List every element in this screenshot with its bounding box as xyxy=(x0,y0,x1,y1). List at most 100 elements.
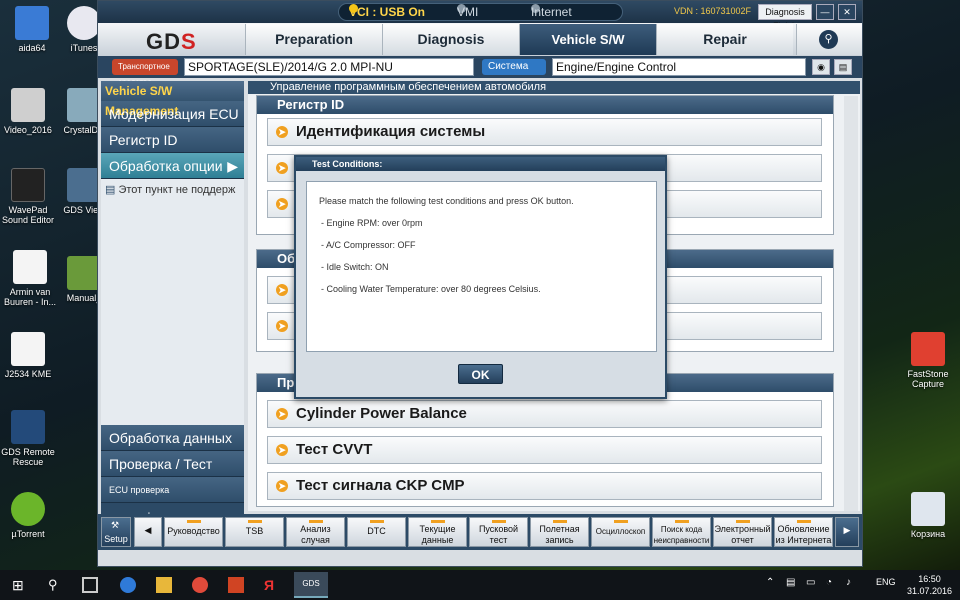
list-item[interactable]: ➤ Тест CVVT xyxy=(267,436,822,464)
connection-status: VCI : USB On VMI : Off Internet : Off xyxy=(338,3,623,51)
manual-icon xyxy=(67,256,101,290)
itunes-icon xyxy=(67,6,101,40)
desktop-icon-faststone[interactable]: FastStone Capture xyxy=(896,332,960,389)
desktop-icon-utorrent[interactable]: µTorrent xyxy=(0,492,60,539)
sidebar-header: Vehicle S/W Management xyxy=(101,81,244,118)
tool-case-analysis[interactable]: Анализ случая xyxy=(286,517,345,547)
tab-repair[interactable]: Repair xyxy=(656,24,793,55)
tool-manual[interactable]: Руководство xyxy=(164,517,223,547)
close-button[interactable]: ✕ xyxy=(838,4,856,20)
chrome-icon[interactable] xyxy=(192,577,208,593)
system-field[interactable]: Engine/Engine Control xyxy=(552,58,806,76)
doc-icon: ▤ xyxy=(105,184,116,196)
breadcrumb: Управление программным обеспечением авто… xyxy=(248,81,860,94)
minimize-button[interactable]: — xyxy=(816,4,834,20)
header: GDS Preparation Diagnosis Vehicle S/W Ma… xyxy=(98,23,862,78)
tab-preparation[interactable]: Preparation xyxy=(245,24,382,55)
tab-vehicle-sw-management[interactable]: Vehicle S/W Management xyxy=(519,24,656,78)
system-tag[interactable]: Система xyxy=(482,59,546,75)
section-title: Регистр ID xyxy=(257,96,833,114)
ok-button[interactable]: OK xyxy=(458,364,503,384)
arrow-icon: ➤ xyxy=(276,162,288,174)
yandex-icon[interactable]: Я xyxy=(264,577,280,593)
tool-fault-code-search[interactable]: Поиск кода неисправности xyxy=(652,517,711,547)
desktop-icon-recycle[interactable]: Корзина xyxy=(896,492,960,539)
battery-icon[interactable]: ▭ xyxy=(806,577,822,593)
file-icon xyxy=(11,332,45,366)
tab-diagnosis[interactable]: Diagnosis xyxy=(382,24,519,55)
desktop-icon-gds-remote[interactable]: GDS Remote Rescue xyxy=(0,410,60,467)
chevron-left-icon: ◀ xyxy=(144,525,152,535)
setup-button[interactable]: ⚒ Setup xyxy=(101,517,131,547)
tool-flight-record[interactable]: Полетная запись xyxy=(530,517,589,547)
print-icon[interactable]: ▤ xyxy=(834,59,852,75)
sidebar-item-ecu-mapping[interactable]: ECU проверка картографирования xyxy=(101,477,244,521)
scroll-right-button[interactable]: ▶ xyxy=(835,517,859,547)
vehicle-tag[interactable]: Транспортное средство xyxy=(112,59,178,87)
condition-idle: - Idle Switch: ON xyxy=(321,262,389,272)
tool-e-report[interactable]: Электронный отчет xyxy=(713,517,772,547)
condition-coolant: - Cooling Water Temperature: over 80 deg… xyxy=(321,284,541,294)
vehicle-field[interactable]: SPORTAGE(SLE)/2014/G 2.0 MPI-NU xyxy=(184,58,474,76)
media-file-icon xyxy=(13,250,47,284)
video-icon xyxy=(11,88,45,122)
wifi-icon[interactable]: ◔ xyxy=(826,577,842,593)
scroll-left-button[interactable]: ◀ xyxy=(134,517,162,547)
task-view-icon[interactable] xyxy=(82,577,98,593)
utorrent-icon xyxy=(11,492,45,526)
chevron-right-icon: ▶ xyxy=(843,525,851,535)
test-conditions-dialog: Test Conditions: Please match the follow… xyxy=(294,155,667,399)
sidebar-sub-item[interactable]: Этот пункт не поддерж xyxy=(118,184,235,196)
tool-current-data[interactable]: Текущие данные xyxy=(408,517,467,547)
arrow-icon: ➤ xyxy=(276,480,288,492)
wavepad-icon xyxy=(11,168,45,202)
edge-icon[interactable] xyxy=(120,577,136,593)
search-icon[interactable]: ⚲ xyxy=(48,577,64,593)
sidebar-item-ecu-upgrade[interactable]: Модернизация ECU xyxy=(101,101,244,127)
dialog-body: Please match the following test conditio… xyxy=(306,181,657,352)
arrow-icon: ➤ xyxy=(276,284,288,296)
clock[interactable]: 16:50 31.07.2016 xyxy=(907,573,952,597)
network-icon[interactable]: ▤ xyxy=(786,577,802,593)
wrench-icon: ⚒ xyxy=(111,520,120,530)
dialog-instruction: Please match the following test conditio… xyxy=(319,196,574,206)
gds-taskbar-button[interactable]: GDS xyxy=(294,572,328,598)
time: 16:50 xyxy=(918,574,941,584)
powerpoint-icon[interactable] xyxy=(228,577,244,593)
sidebar-subpanel: ▤ Этот пункт не поддерж xyxy=(101,179,244,425)
bottom-toolbar: ⚒ Setup ◀ Руководство TSB Анализ случая D… xyxy=(98,514,862,550)
language-indicator[interactable]: ENG xyxy=(876,577,898,593)
sidebar-item-register-id[interactable]: Регистр ID xyxy=(101,127,244,153)
explorer-icon[interactable] xyxy=(156,577,172,593)
tray-arrow-icon[interactable]: ⌃ xyxy=(766,577,782,593)
tool-dtc[interactable]: DTC xyxy=(347,517,406,547)
date: 31.07.2016 xyxy=(906,586,952,596)
list-item[interactable]: ➤ Cylinder Power Balance xyxy=(267,400,822,428)
diagnosis-finish-button[interactable]: Diagnosis Finish xyxy=(758,4,812,31)
search-button[interactable]: ⚲ xyxy=(796,24,862,55)
list-item[interactable]: ➤ Идентификация системы xyxy=(267,118,822,146)
arrow-icon: ➤ xyxy=(276,126,288,138)
sidebar-item-option-processing[interactable]: Обработка опции ▶ xyxy=(101,153,244,179)
list-item[interactable]: ➤ Тест сигнала CKP CMP xyxy=(267,472,822,500)
vertical-scrollbar[interactable] xyxy=(844,96,858,511)
sidebar-item-check-test[interactable]: Проверка / Тест xyxy=(101,451,244,477)
desktop-icon-wavepad[interactable]: WavePad Sound Editor xyxy=(0,168,60,225)
tool-startup-test[interactable]: Пусковой тест xyxy=(469,517,528,547)
desktop-icon-video[interactable]: Video_2016 xyxy=(0,88,60,135)
arrow-icon: ➤ xyxy=(276,444,288,456)
camera-icon[interactable]: ◉ xyxy=(812,59,830,75)
dialog-title: Test Conditions: xyxy=(296,157,665,171)
sidebar-item-data-processing[interactable]: Обработка данных xyxy=(101,425,244,451)
volume-icon[interactable]: ♪ xyxy=(846,577,862,593)
condition-ac: - A/C Compressor: OFF xyxy=(321,240,416,250)
tool-internet-update[interactable]: Обновление из Интернета xyxy=(774,517,833,547)
gds-logo: GDS xyxy=(146,29,197,54)
gds-window: VCI : USB On VMI : Off Internet : Off VD… xyxy=(97,0,863,567)
desktop-icon-j2534[interactable]: J2534 KME xyxy=(0,332,60,379)
windows-start-icon[interactable]: ⊞ xyxy=(12,577,28,593)
aida64-icon xyxy=(15,6,49,40)
gds-remote-icon xyxy=(11,410,45,444)
tool-tsb[interactable]: TSB xyxy=(225,517,284,547)
tool-oscilloscope[interactable]: Осциллоскоп xyxy=(591,517,650,547)
